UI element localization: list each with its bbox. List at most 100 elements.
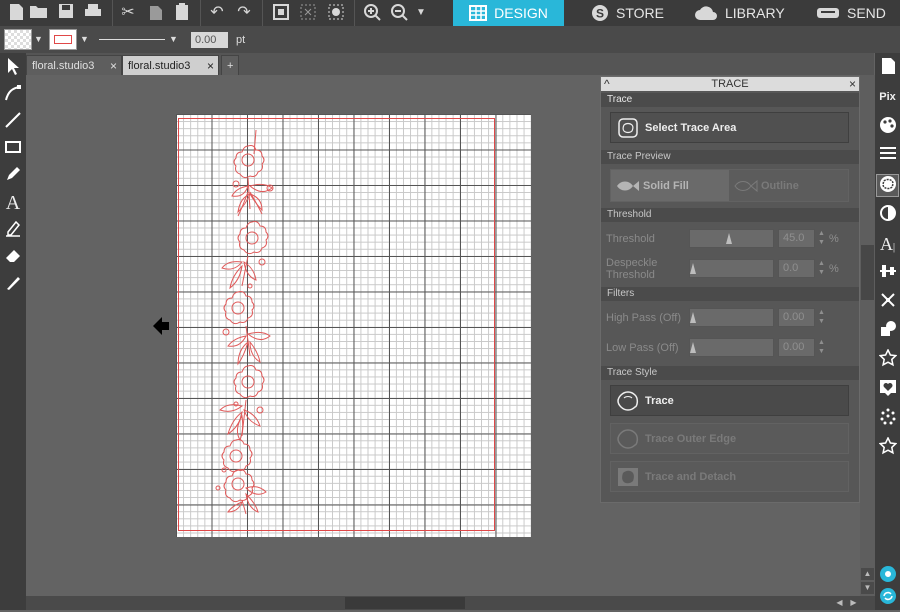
cloud-icon bbox=[695, 6, 717, 20]
doc-tab[interactable]: floral.studio3 × bbox=[26, 55, 122, 75]
cut-scissors-icon[interactable]: ✂ bbox=[118, 3, 138, 23]
modify-shapes-icon[interactable] bbox=[876, 320, 899, 343]
edit-points-icon[interactable] bbox=[2, 84, 24, 106]
high-pass-slider[interactable] bbox=[689, 308, 774, 327]
fill-palette-icon[interactable] bbox=[876, 116, 899, 139]
offset-heart-icon[interactable] bbox=[876, 379, 899, 402]
collapse-chevron-icon[interactable]: ^ bbox=[604, 77, 610, 91]
move-handle-arrow-icon[interactable] bbox=[152, 316, 170, 341]
zoom-out-icon[interactable] bbox=[389, 3, 409, 23]
line-width-unit: pt bbox=[236, 34, 246, 46]
properties-toolbar: ▼ ▼ ▼ 0.00 pt bbox=[0, 26, 900, 53]
page-setup-icon[interactable] bbox=[876, 57, 899, 80]
replicate-star-icon[interactable] bbox=[876, 348, 899, 372]
tab-library[interactable]: LIBRARY bbox=[694, 0, 785, 26]
scroll-right-arrow-icon[interactable]: ▶ bbox=[847, 597, 860, 609]
high-pass-input[interactable]: 0.00 bbox=[778, 308, 815, 327]
close-panel-icon[interactable]: × bbox=[849, 77, 856, 91]
select-all-icon[interactable] bbox=[326, 3, 346, 23]
zoom-in-icon[interactable] bbox=[362, 3, 382, 23]
text-tool-icon[interactable]: A bbox=[2, 192, 24, 214]
low-pass-label: Low Pass (Off) bbox=[606, 342, 679, 354]
section-trace-style: Trace Style bbox=[601, 366, 859, 380]
fill-pen-icon[interactable] bbox=[2, 219, 24, 241]
new-page-icon[interactable] bbox=[6, 3, 26, 23]
paste-clipboard-icon[interactable] bbox=[172, 3, 192, 23]
eraser-tool-icon[interactable] bbox=[2, 246, 24, 268]
despeckle-input[interactable]: 0.0 bbox=[778, 259, 815, 278]
text-style-icon[interactable]: A| bbox=[876, 233, 899, 256]
rhinestone-icon[interactable] bbox=[876, 408, 899, 431]
threshold-spinner[interactable]: ▲ ▼ bbox=[818, 229, 826, 248]
select-trace-area-button[interactable]: Select Trace Area bbox=[610, 112, 849, 143]
sync-icon[interactable] bbox=[876, 587, 899, 610]
low-pass-slider-knob[interactable] bbox=[690, 342, 696, 353]
fill-dropdown-icon[interactable]: ▼ bbox=[34, 34, 43, 44]
outline-button[interactable]: Outline bbox=[731, 170, 848, 201]
sketch-star-icon[interactable] bbox=[876, 436, 899, 460]
vertical-scrollbar[interactable] bbox=[860, 75, 875, 596]
solid-fill-button[interactable]: Solid Fill bbox=[611, 170, 729, 201]
zoom-dropdown-icon[interactable]: ▼ bbox=[411, 3, 431, 23]
despeckle-slider[interactable] bbox=[689, 259, 774, 278]
scroll-up-arrow-icon[interactable]: ▲ bbox=[861, 568, 874, 580]
transform-icon[interactable] bbox=[876, 291, 899, 314]
add-tab-button[interactable]: + bbox=[221, 55, 239, 75]
low-pass-spinner[interactable]: ▲ ▼ bbox=[818, 338, 826, 357]
settings-gear-icon[interactable] bbox=[876, 565, 899, 588]
pixscan-icon[interactable]: Pix bbox=[876, 86, 899, 109]
despeckle-percent: % bbox=[829, 263, 839, 275]
scroll-down-arrow-icon[interactable]: ▼ bbox=[861, 582, 874, 594]
horizontal-scroll-thumb[interactable] bbox=[345, 597, 465, 609]
align-icon[interactable] bbox=[876, 262, 899, 285]
fill-color-swatch[interactable] bbox=[4, 29, 32, 50]
scroll-left-arrow-icon[interactable]: ◀ bbox=[833, 597, 846, 609]
copy-icon[interactable] bbox=[146, 3, 166, 23]
line-style-select[interactable]: ▼ bbox=[95, 29, 181, 50]
trace-panel-icon[interactable] bbox=[876, 174, 899, 197]
despeckle-spinner[interactable]: ▲ ▼ bbox=[818, 259, 826, 278]
group-icon[interactable] bbox=[271, 3, 291, 23]
document-tab-bar: floral.studio3 × floral.studio3 × + bbox=[26, 53, 874, 75]
close-tab-icon[interactable]: × bbox=[207, 56, 214, 76]
tab-send[interactable]: SEND bbox=[816, 0, 886, 26]
line-style-icon[interactable] bbox=[876, 145, 899, 168]
threshold-slider[interactable] bbox=[689, 229, 774, 248]
tab-design[interactable]: DESIGN bbox=[453, 0, 564, 26]
vertical-scroll-thumb[interactable] bbox=[861, 245, 874, 300]
save-icon[interactable] bbox=[56, 3, 76, 23]
floral-design[interactable] bbox=[176, 114, 531, 537]
knife-tool-icon[interactable] bbox=[2, 273, 24, 295]
store-s-icon: S bbox=[592, 5, 608, 21]
line-tool-icon[interactable] bbox=[2, 111, 24, 133]
open-folder-icon[interactable] bbox=[29, 3, 49, 23]
redo-icon[interactable]: ↷ bbox=[234, 3, 254, 23]
print-icon[interactable] bbox=[83, 3, 103, 23]
close-tab-icon[interactable]: × bbox=[110, 56, 117, 76]
ungroup-icon[interactable] bbox=[298, 3, 318, 23]
trace-outer-edge-button[interactable]: Trace Outer Edge bbox=[610, 423, 849, 454]
fish-solid-icon bbox=[617, 180, 639, 191]
trace-and-detach-button[interactable]: Trace and Detach bbox=[610, 461, 849, 492]
low-pass-slider[interactable] bbox=[689, 338, 774, 357]
trace-button[interactable]: Trace bbox=[610, 385, 849, 416]
high-pass-slider-knob[interactable] bbox=[690, 312, 696, 323]
doc-tab-active[interactable]: floral.studio3 × bbox=[122, 55, 219, 75]
line-color-dropdown-icon[interactable]: ▼ bbox=[80, 34, 89, 44]
threshold-slider-knob[interactable] bbox=[726, 233, 732, 244]
image-effects-icon[interactable] bbox=[876, 204, 899, 227]
despeckle-label-line1: Despeckle bbox=[606, 257, 658, 269]
line-width-input[interactable]: 0.00 bbox=[191, 32, 228, 48]
grid-icon bbox=[469, 5, 488, 21]
tab-store[interactable]: S STORE bbox=[591, 0, 664, 26]
low-pass-input[interactable]: 0.00 bbox=[778, 338, 815, 357]
despeckle-slider-knob[interactable] bbox=[690, 263, 696, 274]
pencil-tool-icon[interactable] bbox=[2, 165, 24, 187]
rectangle-tool-icon[interactable] bbox=[2, 138, 24, 160]
threshold-input[interactable]: 45.0 bbox=[778, 229, 815, 248]
select-arrow-icon[interactable] bbox=[2, 57, 24, 79]
outer-edge-icon bbox=[617, 428, 639, 449]
high-pass-spinner[interactable]: ▲ ▼ bbox=[818, 308, 826, 327]
undo-icon[interactable]: ↶ bbox=[207, 3, 227, 23]
line-color-swatch[interactable] bbox=[49, 29, 77, 50]
